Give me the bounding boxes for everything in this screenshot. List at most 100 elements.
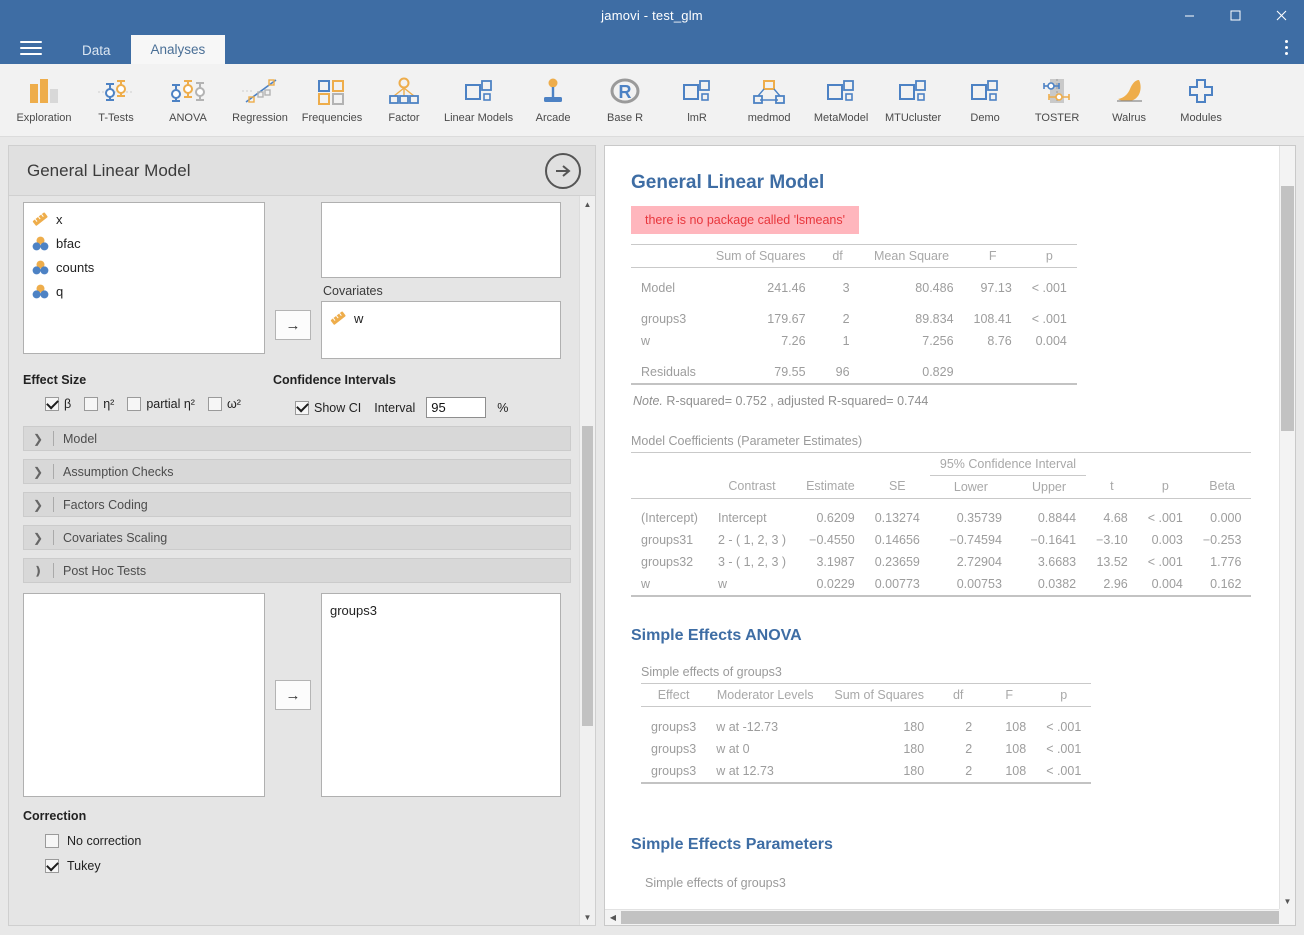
coefficients-cell-name: groups32 xyxy=(641,555,694,569)
section-assumption-checks[interactable]: ❯ Assumption Checks xyxy=(23,459,571,484)
variable-item-q[interactable]: q xyxy=(24,279,264,303)
se-cell-effect: groups3 xyxy=(641,759,707,784)
post-hoc-source-list[interactable] xyxy=(23,593,265,797)
section-factors-coding[interactable]: ❯ Factors Coding xyxy=(23,492,571,517)
checkbox-label-eta-squared[interactable]: η² xyxy=(103,397,114,411)
hide-options-button[interactable] xyxy=(545,152,581,189)
menu-button[interactable] xyxy=(0,31,62,64)
checkbox-label-show-ci[interactable]: Show CI xyxy=(314,401,361,415)
ribbon-label: Exploration xyxy=(16,112,72,124)
simple-effects-anova-table: Effect Moderator Levels Sum of Squares d… xyxy=(641,683,1092,784)
interval-label: Interval xyxy=(374,400,416,415)
results-vertical-scrollbar[interactable]: ▼ xyxy=(1279,146,1295,909)
ribbon-item-regression[interactable]: Regression xyxy=(224,68,296,124)
table-row: groups3 w at 12.73 180 2 108 < .001 xyxy=(641,759,1092,784)
checkbox-label-tukey[interactable]: Tukey xyxy=(67,859,101,873)
arcade-icon xyxy=(538,71,568,111)
ribbon-label: MetaModel xyxy=(813,112,869,124)
options-scrollbar[interactable]: ▲ ▼ xyxy=(579,196,595,925)
ribbon-label: ANOVA xyxy=(169,112,207,124)
options-header: General Linear Model xyxy=(9,146,595,196)
results-scroll-left-button[interactable]: ◀ xyxy=(605,913,621,922)
more-options-button[interactable] xyxy=(1274,34,1298,60)
tab-data[interactable]: Data xyxy=(62,37,131,64)
scroll-up-button[interactable]: ▲ xyxy=(580,196,595,212)
ribbon-item-base-r[interactable]: R Base R xyxy=(589,68,661,124)
checkbox-label-beta[interactable]: β xyxy=(64,397,71,411)
coefficients-cell-lower: 2.72904 xyxy=(956,555,1002,569)
dependent-variable-box[interactable] xyxy=(321,202,561,278)
mtucluster-icon xyxy=(896,71,930,111)
variable-item-bfac[interactable]: bfac xyxy=(24,231,264,255)
covariates-box[interactable]: w xyxy=(321,301,561,359)
anova-cell-ss: 179.67 xyxy=(767,311,806,326)
ribbon-item-toster[interactable]: TOSTER xyxy=(1021,68,1093,124)
interval-input[interactable] xyxy=(426,397,487,418)
checkbox-tukey[interactable] xyxy=(45,859,59,873)
tab-analyses[interactable]: Analyses xyxy=(130,35,226,64)
ribbon-item-t-tests[interactable]: T-Tests xyxy=(80,68,152,124)
ribbon-item-demo[interactable]: Demo xyxy=(949,68,1021,124)
checkbox-label-omega-squared[interactable]: ω² xyxy=(227,397,241,411)
results-horizontal-scrollbar[interactable]: ◀ xyxy=(605,909,1295,925)
variable-name: w xyxy=(354,310,364,326)
maximize-button[interactable] xyxy=(1212,0,1258,31)
close-button[interactable] xyxy=(1258,0,1304,31)
checkbox-partial-eta-squared[interactable] xyxy=(127,397,142,411)
source-variables-list[interactable]: x bfac counts q xyxy=(23,202,265,354)
se-cell-p: < .001 xyxy=(1046,741,1082,756)
coefficients-cell-name: (Intercept) xyxy=(641,511,698,525)
coefficients-cell-upper: 0.8844 xyxy=(1037,511,1077,525)
results-scroll-down-button[interactable]: ▼ xyxy=(1280,893,1295,909)
minimize-button[interactable] xyxy=(1166,0,1212,31)
anova-cell-ss: 79.55 xyxy=(705,360,816,385)
simple-effects-parameters-heading: Simple Effects Parameters xyxy=(631,835,833,853)
checkbox-show-ci[interactable] xyxy=(295,400,309,415)
checkbox-beta[interactable] xyxy=(45,397,59,411)
note-text: R-squared= 0.752 , adjusted R-squared= 0… xyxy=(666,393,929,408)
ribbon-item-modules[interactable]: Modules xyxy=(1165,68,1237,124)
variable-item-counts[interactable]: counts xyxy=(24,255,264,279)
results-vscrollbar-thumb[interactable] xyxy=(1281,186,1294,431)
ribbon-item-frequencies[interactable]: Frequencies xyxy=(296,68,368,124)
checkbox-label-no-correction[interactable]: No correction xyxy=(67,834,141,848)
checkbox-label-partial-eta-squared[interactable]: partial η² xyxy=(146,397,195,411)
ribbon-item-factor[interactable]: Factor xyxy=(368,68,440,124)
covariate-item-w[interactable]: w xyxy=(322,306,560,330)
correction-option-no-correction: No correction xyxy=(23,834,571,848)
variable-item-x[interactable]: x xyxy=(24,207,264,231)
ribbon-item-anova[interactable]: ANOVA xyxy=(152,68,224,124)
ribbon-item-metamodel[interactable]: MetaModel xyxy=(805,68,877,124)
target-boxes: Covariates w xyxy=(321,202,561,359)
coefficients-cell-lower: −0.74594 xyxy=(949,533,1002,547)
anova-row-label: w xyxy=(641,333,651,348)
section-covariates-scaling[interactable]: ❯ Covariates Scaling xyxy=(23,525,571,550)
assign-covariate-button[interactable]: → xyxy=(275,310,311,340)
anova-cell-ms: 80.486 xyxy=(915,280,954,295)
assign-post-hoc-button[interactable]: → xyxy=(275,680,311,710)
ribbon-item-walrus[interactable]: Walrus xyxy=(1093,68,1165,124)
ribbon-item-exploration[interactable]: Exploration xyxy=(8,68,80,124)
continuous-variable-icon xyxy=(32,212,48,226)
divider xyxy=(53,530,54,545)
ribbon-item-linear-models[interactable]: Linear Models xyxy=(440,68,517,124)
ribbon-item-lmr[interactable]: lmR xyxy=(661,68,733,124)
se-col-ss: Sum of Squares xyxy=(824,683,935,707)
nominal-variable-icon xyxy=(32,284,49,298)
section-model[interactable]: ❯ Model xyxy=(23,426,571,451)
results-hscrollbar-thumb[interactable] xyxy=(621,911,1294,924)
checkbox-omega-squared[interactable] xyxy=(207,397,222,411)
ribbon-item-mtucluster[interactable]: MTUcluster xyxy=(877,68,949,124)
checkbox-no-correction[interactable] xyxy=(45,834,59,848)
ribbon-item-arcade[interactable]: Arcade xyxy=(517,68,589,124)
walrus-icon xyxy=(1111,71,1147,111)
coefficients-cell-beta: 0.000 xyxy=(1210,511,1242,525)
section-post-hoc-tests[interactable]: ❫ Post Hoc Tests xyxy=(23,558,571,583)
post-hoc-item-groups3[interactable]: groups3 xyxy=(322,598,560,622)
ribbon-item-medmod[interactable]: medmod xyxy=(733,68,805,124)
scroll-down-button[interactable]: ▼ xyxy=(580,909,595,925)
checkbox-eta-squared[interactable] xyxy=(84,397,99,411)
coefficients-cell-lower: 0.35739 xyxy=(956,511,1002,525)
options-scrollbar-thumb[interactable] xyxy=(582,426,593,726)
post-hoc-selected-list[interactable]: groups3 xyxy=(321,593,561,797)
